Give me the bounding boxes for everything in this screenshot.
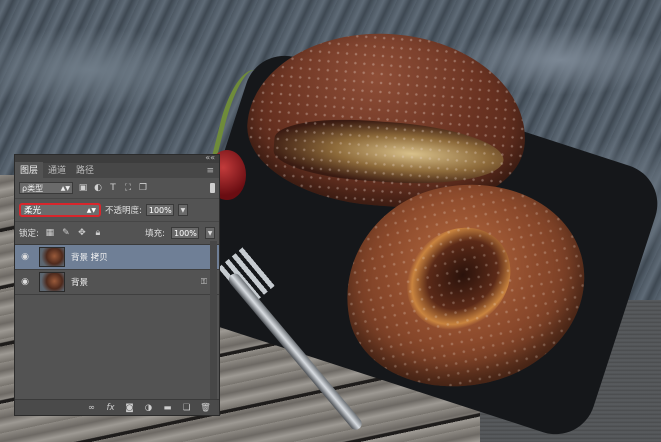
type-filter-icon[interactable]: T: [108, 183, 118, 193]
fill-label: 填充:: [145, 229, 165, 239]
tab-paths[interactable]: 路径: [71, 162, 99, 178]
link-layers-icon[interactable]: ∞: [86, 403, 97, 413]
layer-list: ◉ 背景 拷贝 ◉ 背景 ⚿: [15, 244, 219, 295]
layer-thumbnail: [39, 247, 65, 267]
chevron-down-icon: ▲▼: [60, 184, 70, 192]
shape-filter-icon[interactable]: ⛶: [123, 183, 133, 193]
tab-layers[interactable]: 图层: [15, 162, 44, 178]
blend-row: 柔光 ▲▼ 不透明度: 100% ▼: [15, 198, 219, 221]
new-group-folder-icon[interactable]: ▬: [162, 403, 173, 413]
layer-filter-row: ρ类型 ▲▼ ▣ ◐ T ⛶ ❐: [15, 178, 219, 198]
lock-icon: ⚿: [200, 277, 207, 286]
smart-object-filter-icon[interactable]: ❐: [138, 183, 148, 193]
new-layer-icon[interactable]: ❏: [181, 403, 192, 413]
collapse-icon[interactable]: ««: [205, 153, 215, 162]
layer-name: 背景: [71, 278, 89, 288]
layer-name: 背景 拷贝: [71, 253, 108, 263]
new-adjustment-layer-icon[interactable]: ◑: [143, 403, 154, 413]
adjustment-filter-icon[interactable]: ◐: [93, 183, 103, 193]
tab-channels[interactable]: 通道: [43, 162, 71, 178]
layer-row[interactable]: ◉ 背景 ⚿: [15, 270, 219, 295]
lock-position-move-icon[interactable]: ✥: [77, 228, 87, 238]
panel-menu-icon[interactable]: ≡: [206, 166, 214, 176]
eye-visibility-icon[interactable]: ◉: [15, 277, 35, 287]
add-mask-icon[interactable]: ◙: [124, 403, 135, 413]
blend-mode-value: 柔光: [24, 206, 42, 216]
lock-transparent-icon[interactable]: ▦: [45, 228, 55, 238]
chevron-down-icon: ▲▼: [86, 206, 96, 214]
delete-layer-trash-icon[interactable]: 🗑︎: [200, 403, 211, 413]
filter-kind-select[interactable]: ρ类型 ▲▼: [19, 182, 73, 194]
panel-tabs: 图层 通道 路径 ≡: [15, 162, 219, 178]
blend-mode-select[interactable]: 柔光 ▲▼: [19, 203, 101, 217]
eye-visibility-icon[interactable]: ◉: [15, 252, 35, 262]
lock-all-icon[interactable]: 🔒︎: [93, 228, 103, 238]
opacity-dropdown-icon[interactable]: ▼: [177, 204, 188, 216]
layer-thumbnail: [39, 272, 65, 292]
filter-kind-label: ρ类型: [22, 183, 44, 193]
fill-dropdown-icon[interactable]: ▼: [205, 227, 215, 239]
opacity-field[interactable]: 100%: [145, 204, 174, 216]
filter-toggle[interactable]: [210, 183, 215, 193]
scrollbar[interactable]: [210, 241, 217, 401]
lock-row: 锁定: ▦ ✎ ✥ 🔒︎ 填充: 100% ▼: [15, 221, 219, 244]
image-filter-icon[interactable]: ▣: [78, 183, 88, 193]
lock-paint-brush-icon[interactable]: ✎: [61, 228, 71, 238]
fill-field[interactable]: 100%: [171, 227, 199, 239]
layers-panel: «« 图层 通道 路径 ≡ ρ类型 ▲▼ ▣ ◐ T ⛶ ❐ 柔光 ▲▼ 不透明…: [14, 153, 220, 416]
panel-bottom-toolbar: ∞ fx ◙ ◑ ▬ ❏ 🗑︎: [15, 399, 219, 415]
lock-label: 锁定:: [19, 229, 39, 239]
opacity-label: 不透明度:: [105, 206, 142, 216]
layer-style-fx-icon[interactable]: fx: [105, 403, 116, 413]
layer-row[interactable]: ◉ 背景 拷贝: [15, 245, 219, 270]
